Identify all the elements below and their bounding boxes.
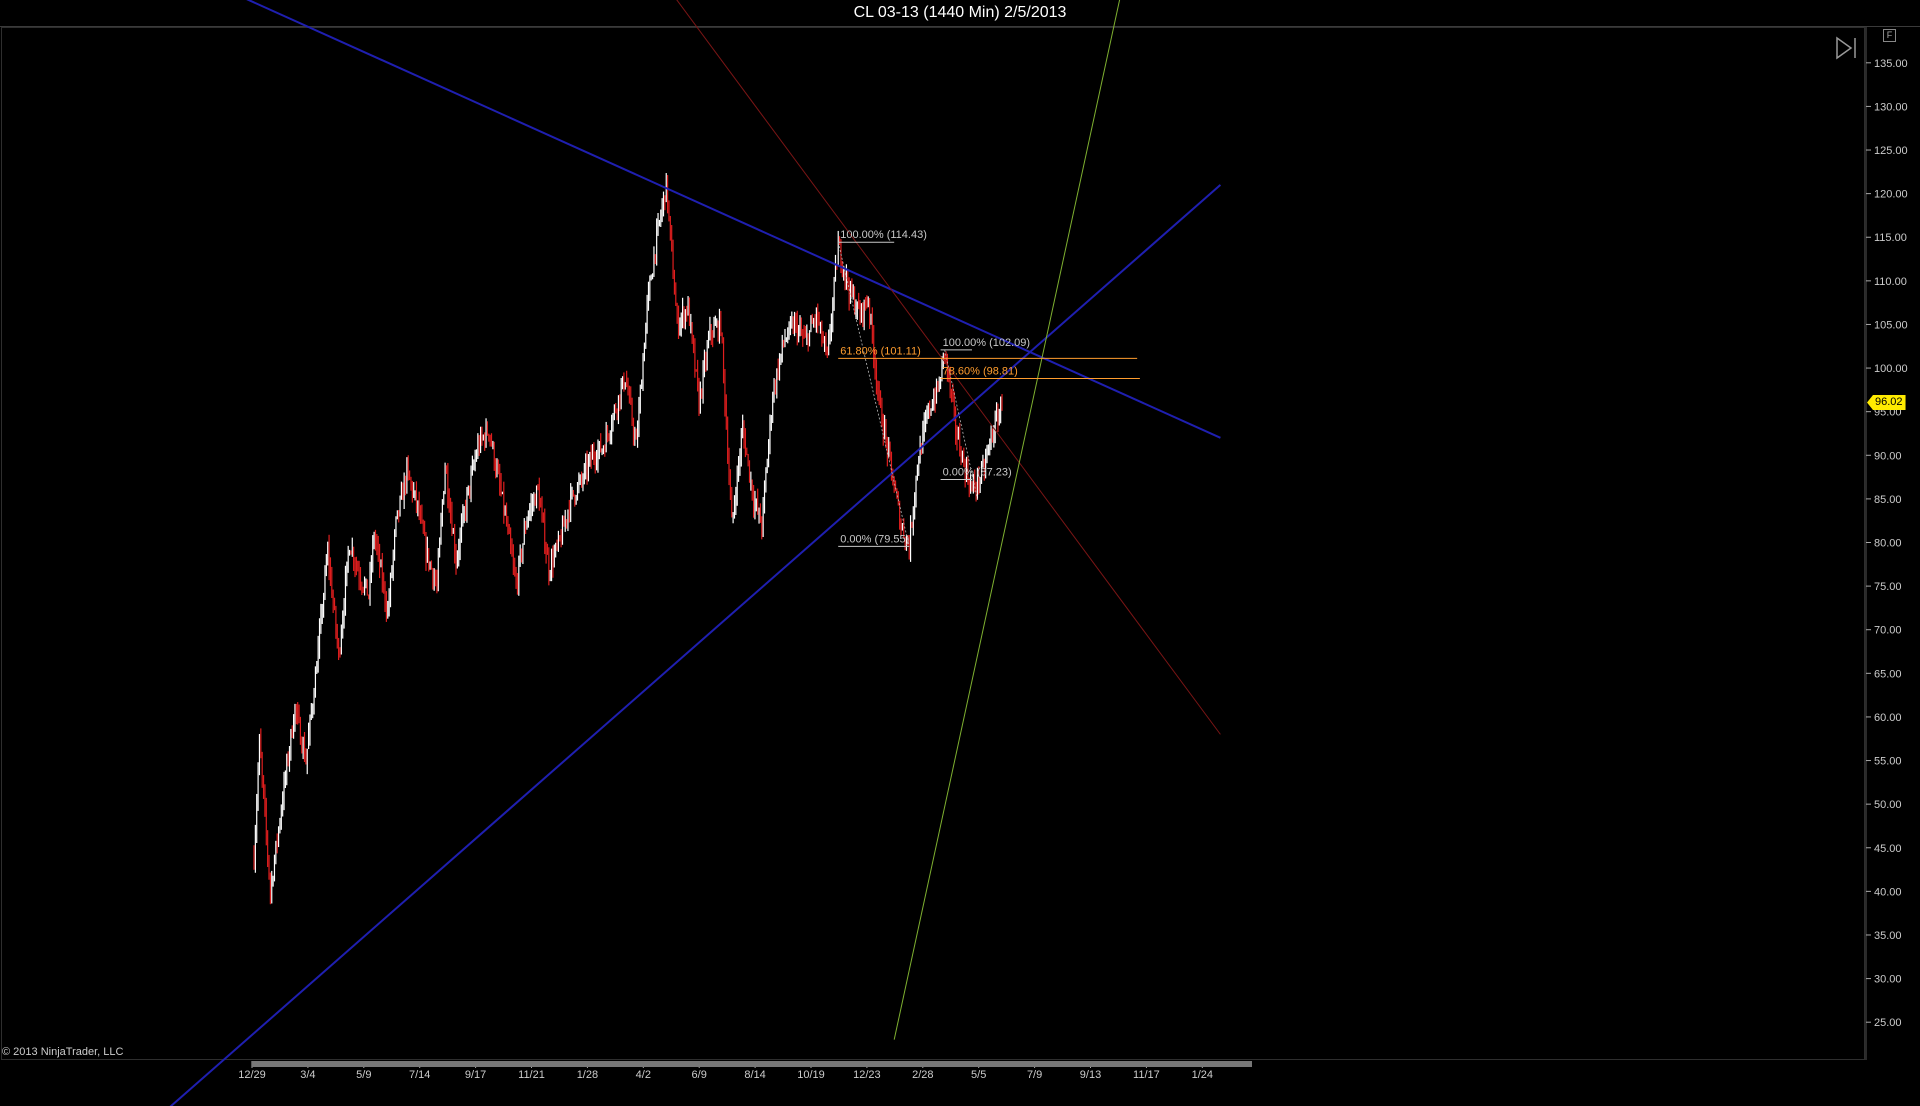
trendlines xyxy=(169,0,1222,1106)
scroll-to-end-icon[interactable] xyxy=(1834,36,1860,60)
price-tick-label: 105.00 xyxy=(1874,319,1908,331)
price-tick-label: 115.00 xyxy=(1874,232,1907,244)
price-tick-label: 35.00 xyxy=(1874,930,1902,942)
price-tick-label: 80.00 xyxy=(1874,538,1902,550)
price-tick-label: 100.00 xyxy=(1874,363,1908,375)
trendline-green-trend xyxy=(893,0,1121,1040)
panel-f-button[interactable]: F xyxy=(1883,29,1896,42)
time-tick-label: 12/29 xyxy=(238,1069,266,1081)
time-tick-label: 1/24 xyxy=(1192,1069,1213,1081)
trendline-upper-resistance xyxy=(246,0,1221,439)
time-tick-label: 1/28 xyxy=(577,1069,598,1081)
time-tick-label: 11/21 xyxy=(518,1069,545,1081)
time-tick-label: 8/14 xyxy=(744,1069,765,1081)
price-tick-label: 75.00 xyxy=(1874,581,1902,593)
time-tick-label: 9/17 xyxy=(465,1069,486,1081)
trendline-lower-support xyxy=(169,184,1222,1106)
time-tick-label: 3/4 xyxy=(300,1069,315,1081)
price-tick-label: 40.00 xyxy=(1874,886,1902,898)
fib-level-label: 100.00% (102.09) xyxy=(943,337,1030,349)
price-tick-label: 85.00 xyxy=(1874,494,1902,506)
time-tick-label: 12/23 xyxy=(853,1069,881,1081)
price-tick-label: 130.00 xyxy=(1874,101,1908,113)
time-tick-label: 6/9 xyxy=(692,1069,707,1081)
trendline-red-channel xyxy=(676,0,1221,735)
price-tick-label: 30.00 xyxy=(1874,974,1902,986)
fib-level-label: 100.00% (114.43) xyxy=(840,229,927,241)
time-tick-label: 2/28 xyxy=(912,1069,933,1081)
price-tick-label: 90.00 xyxy=(1874,450,1902,462)
price-tick-label: 50.00 xyxy=(1874,799,1902,811)
price-tick-label: 110.00 xyxy=(1874,276,1907,288)
copyright-text: © 2013 NinjaTrader, LLC xyxy=(2,1046,124,1058)
fib-level-label: 78.60% (98.81) xyxy=(943,365,1018,377)
time-tick-label: 7/9 xyxy=(1027,1069,1042,1081)
fib-level-label: 0.00% (87.23) xyxy=(943,466,1012,478)
price-chart[interactable]: 100.00% (114.43) 61.80% (101.11) 0.00% (79… xyxy=(0,0,1920,1106)
price-tick-label: 25.00 xyxy=(1874,1017,1902,1029)
price-tick-label: 55.00 xyxy=(1874,756,1902,768)
time-tick-label: 5/5 xyxy=(971,1069,986,1081)
horizontal-scrollbar[interactable] xyxy=(252,1061,1252,1067)
fib-level-label: 0.00% (79.55) xyxy=(840,533,909,545)
time-tick-label: 10/19 xyxy=(797,1069,825,1081)
time-tick-label: 7/14 xyxy=(409,1069,430,1081)
time-tick-label: 5/9 xyxy=(356,1069,371,1081)
price-tick-label: 120.00 xyxy=(1874,189,1908,201)
price-tick-label: 125.00 xyxy=(1874,145,1908,157)
price-tick-label: 60.00 xyxy=(1874,712,1902,724)
time-tick-label: 9/13 xyxy=(1080,1069,1101,1081)
price-tick-label: 65.00 xyxy=(1874,668,1902,680)
last-price-marker: 96.02 xyxy=(1867,395,1906,410)
price-tick-label: 45.00 xyxy=(1874,843,1902,855)
price-tick-label: 70.00 xyxy=(1874,625,1902,637)
price-tick-label: 135.00 xyxy=(1874,58,1908,70)
price-axis: 25.00 30.00 35.00 40.00 45.00 50.00 55.00 60.00… xyxy=(1865,27,1908,1060)
time-tick-label: 4/2 xyxy=(636,1069,651,1081)
fib-level-label: 61.80% (101.11) xyxy=(840,345,921,357)
time-tick-label: 11/17 xyxy=(1133,1069,1160,1081)
